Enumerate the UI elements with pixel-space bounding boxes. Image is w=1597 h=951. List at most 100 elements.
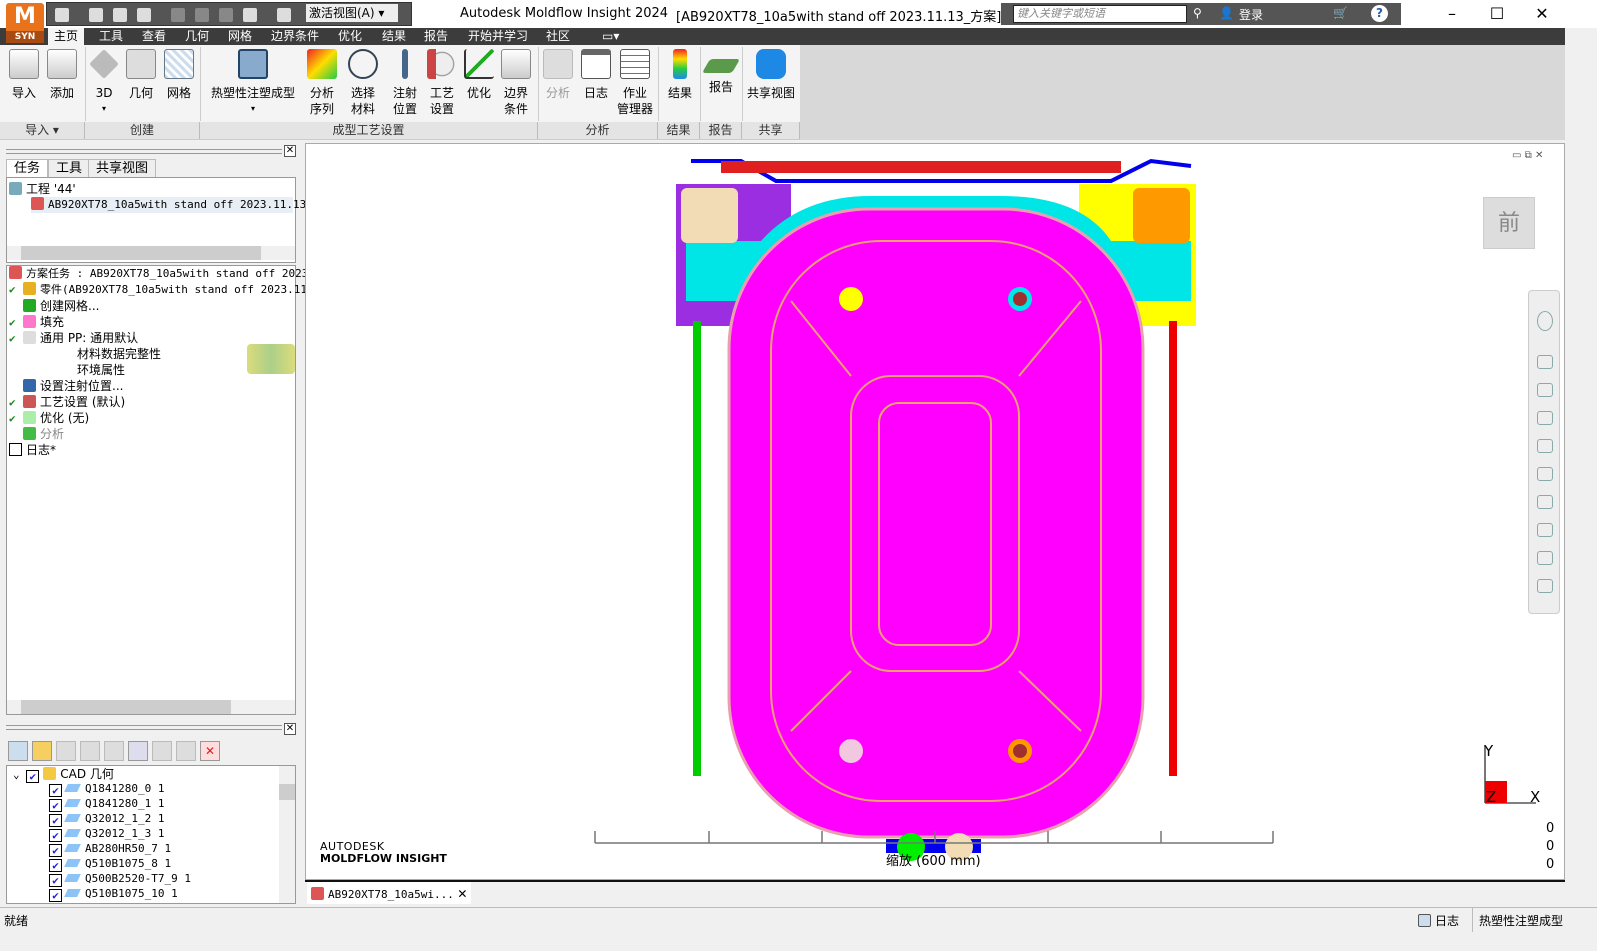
task-row[interactable]: 材料数据完整性 [77,346,161,362]
task-row[interactable]: ✔ 优化 (无) [9,410,89,426]
zoom-fit-icon[interactable] [1537,495,1553,509]
folder-icon[interactable] [32,741,52,761]
task-row[interactable]: 环境属性 [77,362,125,378]
geometry-button[interactable]: 几何 [125,49,157,101]
redo-icon[interactable] [195,8,209,22]
injection-location-button[interactable]: 注射 位置 [389,49,421,117]
viewport-window-controls[interactable]: ▭ ⧉ ✕ [1512,150,1543,161]
analysis-sequence-button[interactable]: 分析 序列 [306,49,338,117]
tab-learn[interactable]: 开始并学习 [462,28,534,45]
close-panel-icon[interactable]: ✕ [284,145,296,157]
task-row[interactable]: 创建网格... [9,298,99,314]
layer-item[interactable]: ✔ Q32012_1_2 1 [49,811,164,827]
delete-icon[interactable] [104,741,124,761]
close-button[interactable]: ✕ [1522,4,1562,24]
import-icon[interactable] [113,8,127,22]
center-icon[interactable] [1537,523,1553,537]
search-input[interactable]: 键入关键字或短语 [1013,5,1187,23]
undo-icon[interactable] [171,8,185,22]
active-view-select[interactable]: 激活视图(A) ▾ [306,4,398,22]
import-button[interactable]: 导入 [8,49,40,101]
document-tab[interactable]: AB920XT78_10a5wi... ✕ [307,882,471,904]
close-layers-icon[interactable]: ✕ [284,723,296,735]
task-row[interactable]: ✔ 通用 PP: 通用默认 [9,330,138,346]
zoom-window-icon[interactable] [1537,467,1553,481]
horizontal-scrollbar[interactable] [7,700,295,714]
tab-mesh[interactable]: 网格 [222,28,258,45]
tab-geometry[interactable]: 几何 [179,28,215,45]
binoculars-icon[interactable]: ⚲ [1193,6,1202,20]
tab-tools-panel[interactable]: 工具 [48,159,91,177]
tab-home[interactable]: 主页 [48,28,85,45]
results-button[interactable]: 结果 [664,49,696,101]
model-viewport[interactable]: AUTODESK MOLDFLOW INSIGHT 缩放 (600 mm) 前 … [305,143,1565,880]
panel-grip[interactable] [6,149,282,154]
task-row[interactable]: 设置注射位置... [9,378,123,394]
steering-wheel-icon[interactable] [1537,311,1553,331]
task-row[interactable]: ✔ 填充 [9,314,64,330]
new-layer-icon[interactable] [8,741,28,761]
ribbon-options-icon[interactable]: ▭▾ [596,28,625,45]
expand-icon[interactable] [176,741,196,761]
task-row[interactable]: ✔ 零件(AB920XT78_10a5with stand off 2023.11… [9,282,320,298]
task-row[interactable]: ✔ 工艺设置 (默认) [9,394,125,410]
horizontal-scrollbar[interactable] [7,246,295,260]
print-icon[interactable] [243,8,257,22]
analyze-button[interactable]: 分析 [542,49,574,101]
3d-button[interactable]: 3D ▾ [88,49,120,117]
layer-item[interactable]: ✔ Q510B1075_8 1 [49,856,171,872]
login-button[interactable]: 登录 [1239,6,1263,23]
task-row[interactable]: 分析 [9,426,64,442]
log-checkbox[interactable] [9,443,22,456]
close-tab-icon[interactable]: ✕ [458,884,467,902]
project-node[interactable]: 工程 '44' [9,181,76,197]
minimize-button[interactable]: – [1432,4,1472,24]
measure-icon[interactable] [1537,551,1553,565]
tab-tools[interactable]: 工具 [93,28,129,45]
cart-icon[interactable]: 🛒 [1333,6,1348,20]
layer-item[interactable]: ✔ AB280HR50_7 1 [49,841,171,857]
view-icon[interactable] [277,8,291,22]
task-row[interactable]: 日志* [9,442,56,458]
optimization-button[interactable]: 优化 [463,49,495,101]
rotate-icon[interactable] [1537,383,1553,397]
model-drawing[interactable] [306,144,1564,879]
maximize-button[interactable]: ☐ [1477,4,1517,24]
select-icon[interactable] [1537,355,1553,369]
new-icon[interactable] [55,8,69,22]
layer-item[interactable]: ✔ Q32012_1_3 1 [49,826,164,842]
select-material-button[interactable]: 选择 材料 [347,49,379,117]
open-icon[interactable] [89,8,103,22]
add-button[interactable]: 添加 [46,49,78,101]
remove-icon[interactable]: ✕ [200,741,220,761]
report-button[interactable]: 报告 [701,49,741,95]
layer-root[interactable]: ⌄ ✔ CAD 几何 [13,766,114,783]
status-log-button[interactable]: 日志 [1418,912,1459,929]
tab-results[interactable]: 结果 [376,28,412,45]
vertical-scrollbar[interactable] [279,766,295,903]
group-import[interactable]: 导入 ▾ [0,122,85,139]
process-settings-button[interactable]: 工艺 设置 [426,49,458,117]
save-icon[interactable] [137,8,151,22]
study-node[interactable]: AB920XT78_10a5with stand off 2023.11.13_… [31,197,324,213]
tab-tasks[interactable]: 任务 [6,159,49,177]
help-icon[interactable]: ? [1371,5,1388,22]
tab-report[interactable]: 报告 [418,28,454,45]
task-row[interactable]: 方案任务 : AB920XT78_10a5with stand off 2023… [9,266,315,282]
move-up-icon[interactable] [152,741,172,761]
layer-item[interactable]: ✔ Q1841280_0 1 [49,781,164,797]
pan-icon[interactable] [1537,411,1553,425]
tab-community[interactable]: 社区 [540,28,576,45]
share-view-button[interactable]: 共享视图 [745,49,797,101]
tab-optimize[interactable]: 优化 [332,28,368,45]
zoom-icon[interactable] [1537,439,1553,453]
app-logo[interactable]: M SYN [6,3,44,43]
tab-view[interactable]: 查看 [136,28,172,45]
tab-boundary[interactable]: 边界条件 [265,28,325,45]
layer-item[interactable]: ✔ Q1841280_1 1 [49,796,164,812]
log-button[interactable]: 日志 [580,49,612,101]
job-manager-button[interactable]: 作业 管理器 [615,49,655,117]
repeat-icon[interactable] [219,8,233,22]
panel-grip[interactable] [6,725,282,730]
highlight-icon[interactable] [80,741,100,761]
